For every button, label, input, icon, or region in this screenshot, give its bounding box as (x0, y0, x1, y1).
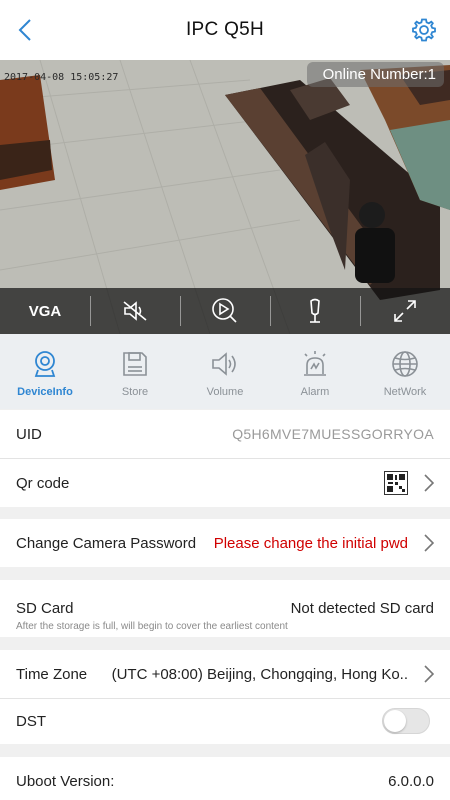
speaker-muted-icon (123, 301, 147, 321)
uid-value: Q5H6MVE7MUESSGORRYOA (232, 426, 434, 442)
resolution-label: VGA (28, 302, 62, 320)
change-password-label: Change Camera Password (16, 534, 197, 552)
uboot-version-row: Uboot Version: 6.0.0.0 (0, 757, 450, 800)
qr-code-icon (384, 471, 408, 495)
microphone-icon (310, 298, 320, 323)
alarm-light-icon (304, 351, 326, 376)
tab-label: Store (121, 386, 149, 398)
speaker-icon (212, 352, 236, 376)
tab-label: DeviceInfo (17, 386, 73, 398)
resolution-button[interactable]: VGA (0, 288, 90, 334)
tab-volume[interactable]: Volume (180, 334, 270, 409)
toggle-knob (384, 710, 406, 732)
video-timestamp: 2017-04-08 15:05:27 (4, 72, 119, 83)
webcam-icon (34, 351, 56, 377)
gear-icon (412, 18, 436, 42)
fullscreen-button[interactable] (360, 288, 450, 334)
online-count-badge: Online Number:1 (306, 62, 444, 87)
intercom-button[interactable] (270, 288, 360, 334)
qr-code-label: Qr code (16, 474, 70, 492)
mute-button[interactable] (90, 288, 180, 334)
floppy-disk-icon (123, 352, 147, 376)
uboot-version-value: 6.0.0.0 (388, 772, 434, 790)
qr-code-row[interactable]: Qr code (0, 459, 450, 507)
tab-network[interactable]: NetWork (360, 334, 450, 409)
chevron-right-icon (422, 664, 436, 684)
sd-card-status: Not detected SD card (290, 600, 434, 617)
tab-alarm[interactable]: Alarm (270, 334, 360, 409)
time-zone-label: Time Zone (16, 665, 88, 683)
back-button[interactable] (10, 15, 40, 45)
playback-button[interactable] (180, 288, 270, 334)
tab-label: NetWork (383, 386, 427, 398)
video-control-bar: VGA (0, 288, 450, 334)
page-title: IPC Q5H (185, 19, 265, 40)
uid-label: UID (16, 425, 42, 443)
camera-video-view[interactable]: 2017-04-08 15:05:27 Online Number:1 VGA (0, 60, 450, 334)
dst-toggle[interactable] (382, 708, 430, 734)
settings-tab-bar: DeviceInfo Store Volume Alarm NetWork (0, 334, 450, 409)
chevron-right-icon (422, 473, 436, 493)
tab-deviceinfo[interactable]: DeviceInfo (0, 334, 90, 409)
sd-card-label: SD Card (16, 600, 74, 617)
uid-row: UID Q5H6MVE7MUESSGORRYOA (0, 410, 450, 458)
playback-search-icon (212, 298, 237, 323)
uboot-version-label: Uboot Version: (16, 772, 115, 790)
time-zone-row[interactable]: Time Zone (UTC +08:00) Beijing, Chongqin… (0, 650, 450, 698)
tab-label: Volume (206, 386, 244, 398)
settings-button[interactable] (408, 14, 440, 46)
globe-icon (392, 351, 418, 377)
chevron-right-icon (422, 533, 436, 553)
dst-row: DST (0, 699, 450, 744)
time-zone-value: (UTC +08:00) Beijing, Chongqing, Hong Ko… (111, 665, 408, 683)
dst-label: DST (16, 713, 46, 730)
sd-card-hint: After the storage is full, will begin to… (16, 621, 288, 632)
top-bar: IPC Q5H (0, 0, 450, 60)
change-password-row[interactable]: Change Camera Password Please change the… (0, 519, 450, 567)
tab-store[interactable]: Store (90, 334, 180, 409)
sd-card-row: SD Card Not detected SD card After the s… (0, 580, 450, 637)
password-warning: Please change the initial pwd (213, 534, 408, 552)
expand-icon (394, 300, 416, 322)
chevron-left-icon (18, 19, 31, 41)
tab-label: Alarm (300, 386, 330, 398)
